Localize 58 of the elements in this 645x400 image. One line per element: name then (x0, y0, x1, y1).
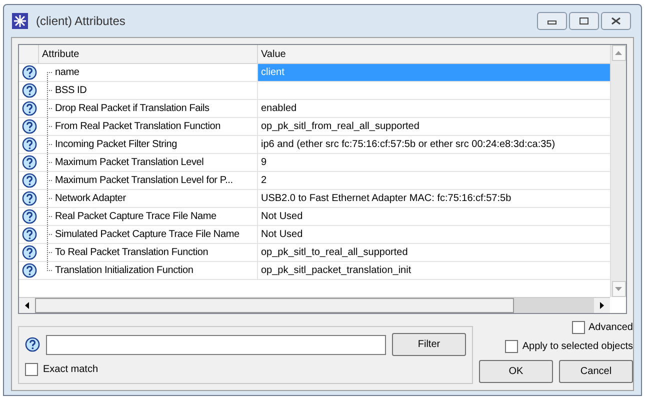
filter-button[interactable]: Filter (392, 333, 466, 356)
close-icon (611, 17, 621, 25)
value-cell[interactable]: Not Used (258, 226, 610, 243)
value-cell[interactable]: op_pk_sitl_packet_translation_init (258, 262, 610, 279)
checkbox[interactable] (505, 340, 518, 353)
value-cell[interactable]: op_pk_sitl_from_real_all_supported (258, 118, 610, 135)
attribute-name: Real Packet Capture Trace File Name (55, 210, 216, 224)
vertical-scrollbar[interactable] (610, 45, 626, 297)
help-icon[interactable] (22, 83, 36, 98)
scrollbar-thumb[interactable] (35, 298, 514, 313)
help-icon[interactable] (22, 263, 36, 278)
help-icon[interactable] (22, 65, 36, 80)
help-icon[interactable] (22, 191, 36, 206)
checkbox[interactable] (572, 321, 585, 334)
help-icon[interactable] (22, 209, 36, 224)
checkbox-label[interactable]: Apply to selected objects (522, 339, 633, 354)
attribute-name: BSS ID (55, 84, 87, 98)
help-icon[interactable] (22, 101, 36, 116)
checkbox[interactable] (25, 363, 38, 376)
help-icon[interactable] (25, 337, 40, 352)
dialog-button[interactable]: OK (479, 360, 553, 383)
attribute-name: Incoming Packet Filter String (55, 138, 178, 152)
attribute-name: Maximum Packet Translation Level for P... (55, 174, 233, 188)
attribute-name: name (55, 66, 80, 80)
help-icon[interactable] (22, 119, 36, 134)
help-icon[interactable] (22, 227, 36, 242)
attribute-name: From Real Packet Translation Function (55, 120, 220, 134)
checkbox-label[interactable]: Advanced (588, 320, 633, 335)
dialog-button[interactable]: Cancel (559, 360, 633, 383)
value-cell[interactable]: ip6 and (ether src fc:75:16:cf:57:5b or ether src 00:24:e8:3d:ca:35) (258, 136, 610, 153)
checkbox-label[interactable]: Exact match (43, 362, 98, 377)
column-header[interactable]: Value (258, 45, 610, 63)
maximize-button[interactable] (569, 12, 599, 30)
help-icon[interactable] (22, 155, 36, 170)
help-icon[interactable] (22, 245, 36, 260)
attribute-name: Network Adapter (55, 192, 126, 206)
value-cell[interactable]: 9 (258, 154, 610, 171)
help-icon[interactable] (22, 137, 36, 152)
value-cell[interactable]: op_pk_sitl_to_real_all_supported (258, 244, 610, 261)
column-header[interactable]: Attribute (39, 45, 258, 63)
window-title: (client) Attributes (36, 13, 126, 30)
scroll-up-icon[interactable] (612, 45, 626, 61)
attribute-name: Maximum Packet Translation Level (55, 156, 204, 170)
horizontal-scrollbar[interactable] (19, 297, 610, 313)
filter-field[interactable] (46, 334, 386, 354)
value-cell[interactable]: enabled (258, 100, 610, 117)
value-cell[interactable]: 2 (258, 172, 610, 189)
attribute-name: Simulated Packet Capture Trace File Name (55, 228, 240, 242)
attribute-name: Translation Initialization Function (55, 264, 194, 278)
value-cell[interactable]: Not Used (258, 208, 610, 225)
attribute-name: Drop Real Packet if Translation Fails (55, 102, 210, 116)
attribute-name: To Real Packet Translation Function (55, 246, 208, 260)
close-button[interactable] (601, 12, 631, 30)
minimize-button[interactable] (537, 12, 567, 30)
value-cell[interactable]: USB2.0 to Fast Ethernet Adapter MAC: fc:75:16:cf:57:5b (258, 190, 610, 207)
maximize-icon (579, 17, 589, 25)
help-icon[interactable] (22, 173, 36, 188)
star-icon (12, 13, 28, 29)
